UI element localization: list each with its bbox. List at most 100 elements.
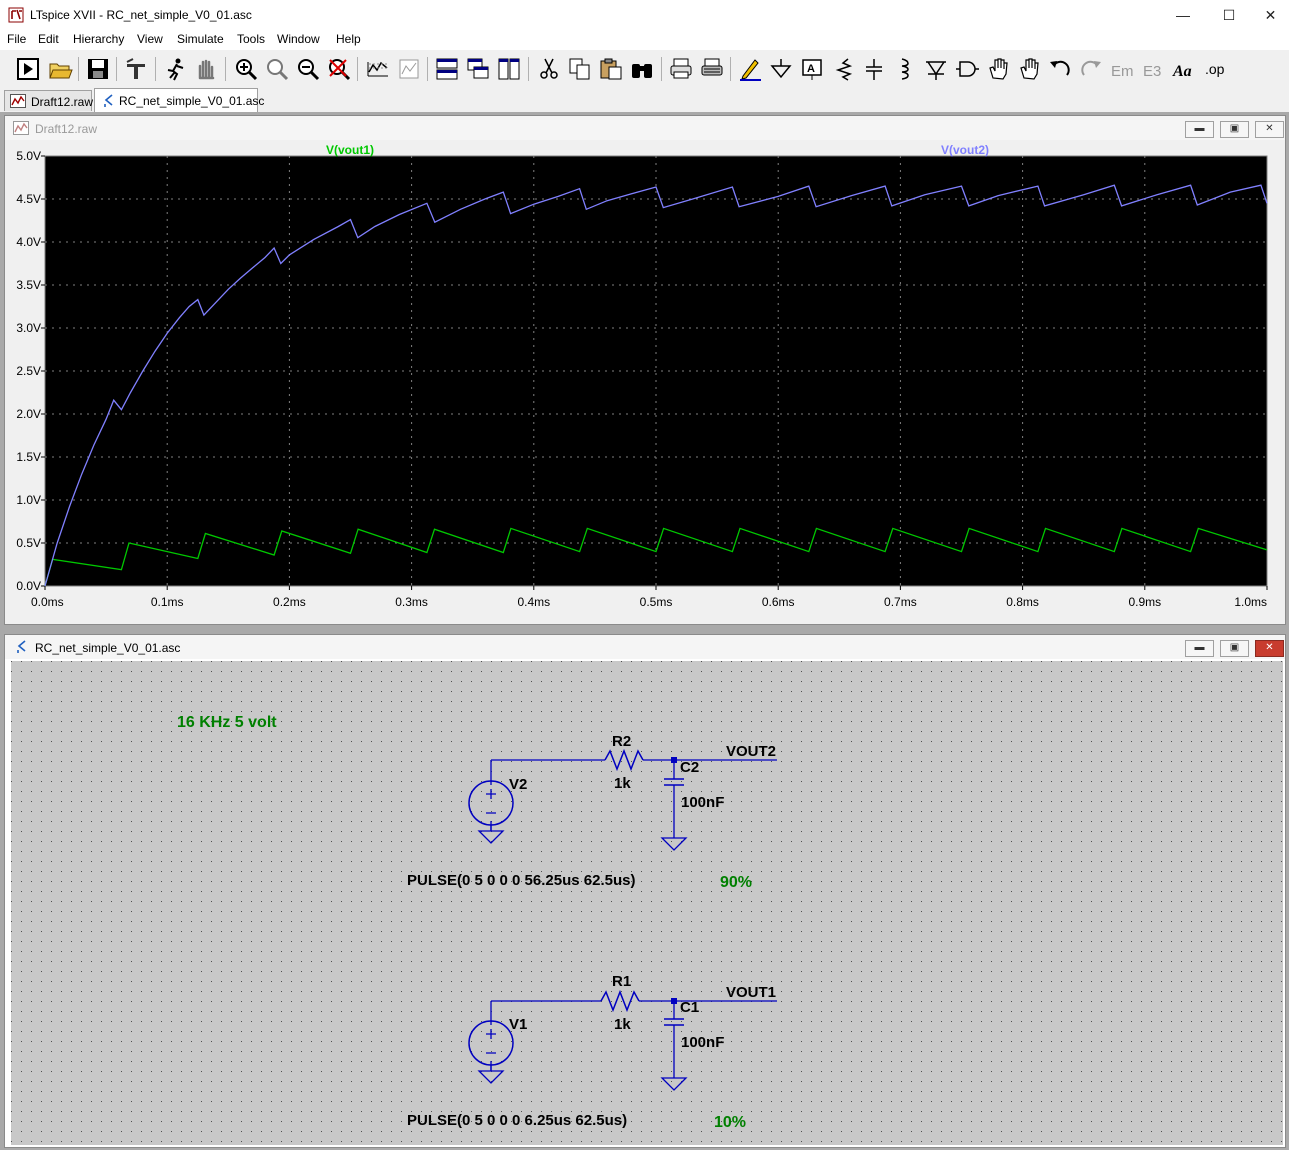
menu-file[interactable]: File [7, 32, 26, 46]
duty-note[interactable]: 10% [714, 1114, 746, 1131]
waveform-icon [10, 94, 26, 108]
y-tick-label: 2.5V [16, 364, 41, 378]
component-value[interactable]: 100nF [681, 1034, 724, 1051]
svg-text:A: A [807, 63, 815, 75]
menu-hierarchy[interactable]: Hierarchy [73, 32, 124, 46]
component-name[interactable]: V2 [509, 776, 527, 793]
pick-traces-icon[interactable] [396, 56, 422, 82]
legend-label[interactable]: V(vout2) [941, 143, 989, 157]
mirror-icon[interactable]: E3 [1140, 56, 1166, 82]
net-label[interactable]: VOUT1 [726, 984, 776, 1001]
drag-icon[interactable] [1016, 56, 1042, 82]
source-value[interactable]: PULSE(0 5 0 0 0 56.25us 62.5us) [407, 872, 635, 889]
tab-rc-net-schematic[interactable]: RC_net_simple_V0_01.asc [94, 88, 264, 112]
zoom-out-icon[interactable] [295, 56, 321, 82]
component-name[interactable]: C1 [680, 999, 699, 1016]
toolbar: A Em E3 Aa .op [0, 50, 1289, 89]
menu-help[interactable]: Help [336, 32, 361, 46]
x-tick-label: 0.3ms [395, 595, 428, 609]
control-panel-icon[interactable] [123, 56, 149, 82]
schematic-window: RC_net_simple_V0_01.asc ▬ ▣ ✕ 16 KHz 5 v… [4, 634, 1286, 1148]
find-icon[interactable] [629, 56, 655, 82]
schematic-minimize-button[interactable]: ▬ [1185, 640, 1214, 657]
zoom-fit-icon[interactable] [264, 56, 290, 82]
move-icon[interactable] [985, 56, 1011, 82]
print-setup-icon[interactable] [699, 56, 725, 82]
menu-tools[interactable]: Tools [237, 32, 265, 46]
ltspice-logo-icon [8, 7, 24, 23]
schematic-canvas[interactable]: 16 KHz 5 volt R2 1k C2 100nF V2 VOUT2 PU… [11, 661, 1283, 1145]
rotate-icon[interactable]: Em [1109, 56, 1135, 82]
component-name[interactable]: C2 [680, 759, 699, 776]
svg-text:.op: .op [1205, 61, 1225, 77]
spice-directive-icon[interactable]: .op [1203, 56, 1229, 82]
paste-icon[interactable] [598, 56, 624, 82]
component-value[interactable]: 1k [614, 1016, 631, 1033]
autorange-icon[interactable] [365, 56, 391, 82]
run-man-icon[interactable] [162, 56, 188, 82]
x-tick-label: 0.5ms [640, 595, 673, 609]
label-net-icon[interactable]: A [799, 56, 825, 82]
component-name[interactable]: V1 [509, 1016, 527, 1033]
plot-close-button[interactable]: ✕ [1255, 121, 1284, 138]
run-icon[interactable] [15, 56, 41, 82]
waveform-plot[interactable]: 0.0V 0.5V 1.0V 1.5V 2.0V 2.5V 3.0V 3.5V 4.0V 4.5V… [5, 140, 1285, 624]
redo-icon[interactable] [1078, 56, 1104, 82]
capacitor-icon[interactable] [861, 56, 887, 82]
net-label[interactable]: VOUT2 [726, 743, 776, 760]
component-value[interactable]: 1k [614, 775, 631, 792]
open-icon[interactable] [47, 56, 73, 82]
y-tick-label: 4.0V [16, 235, 41, 249]
tab-label: Draft12.raw [31, 95, 94, 109]
legend-label[interactable]: V(vout1) [326, 143, 374, 157]
draw-wire-icon[interactable] [737, 56, 763, 82]
component-value[interactable]: 100nF [681, 794, 724, 811]
waveform-icon [13, 121, 29, 135]
component-name[interactable]: R2 [612, 733, 631, 750]
zoom-in-icon[interactable] [233, 56, 259, 82]
schematic-close-button[interactable]: ✕ [1255, 640, 1284, 657]
close-button[interactable]: ✕ [1252, 0, 1289, 30]
y-tick-label: 5.0V [16, 149, 41, 163]
tile-vertical-icon[interactable] [496, 56, 522, 82]
title-bar: LTspice XVII - RC_net_simple_V0_01.asc —… [0, 0, 1289, 30]
schematic-restore-button[interactable]: ▣ [1220, 640, 1249, 657]
minimize-button[interactable]: — [1160, 0, 1206, 30]
menu-edit[interactable]: Edit [38, 32, 59, 46]
menu-bar: File Edit Hierarchy View Simulate Tools … [0, 30, 1289, 50]
inductor-icon[interactable] [892, 56, 918, 82]
component-name[interactable]: R1 [612, 973, 631, 990]
x-tick-label: 0.9ms [1128, 595, 1161, 609]
component-icon[interactable] [954, 56, 980, 82]
zoom-cancel-icon[interactable] [326, 56, 352, 82]
plot-minimize-button[interactable]: ▬ [1185, 121, 1214, 138]
print-icon[interactable] [668, 56, 694, 82]
plot-window-title: Draft12.raw [35, 122, 98, 136]
text-icon[interactable]: Aa [1172, 56, 1198, 82]
cascade-icon[interactable] [465, 56, 491, 82]
x-tick-label: 0.7ms [884, 595, 917, 609]
y-tick-label: 0.0V [16, 579, 41, 593]
tab-label: RC_net_simple_V0_01.asc [119, 94, 265, 108]
save-icon[interactable] [85, 56, 111, 82]
plot-window-caption: Draft12.raw ▬ ▣ ✕ [5, 116, 1285, 140]
menu-simulate[interactable]: Simulate [177, 32, 224, 46]
ground-icon[interactable] [768, 56, 794, 82]
plot-restore-button[interactable]: ▣ [1220, 121, 1249, 138]
copy-icon[interactable] [567, 56, 593, 82]
svg-text:Aa: Aa [1172, 63, 1192, 80]
diode-icon[interactable] [923, 56, 949, 82]
cut-icon[interactable] [536, 56, 562, 82]
tile-horizontal-icon[interactable] [434, 56, 460, 82]
menu-view[interactable]: View [137, 32, 163, 46]
tab-draft12-raw[interactable]: Draft12.raw [4, 90, 94, 111]
menu-window[interactable]: Window [277, 32, 320, 46]
halt-icon[interactable] [193, 56, 219, 82]
undo-icon[interactable] [1047, 56, 1073, 82]
maximize-button[interactable]: ☐ [1206, 0, 1252, 30]
duty-note[interactable]: 90% [720, 874, 752, 891]
frequency-note[interactable]: 16 KHz 5 volt [177, 714, 277, 731]
plot-window: Draft12.raw ▬ ▣ ✕ 0.0V 0.5V 1.0V 1.5V 2.0V 2.… [4, 115, 1286, 625]
source-value[interactable]: PULSE(0 5 0 0 0 6.25us 62.5us) [407, 1112, 627, 1129]
resistor-icon[interactable] [830, 56, 856, 82]
